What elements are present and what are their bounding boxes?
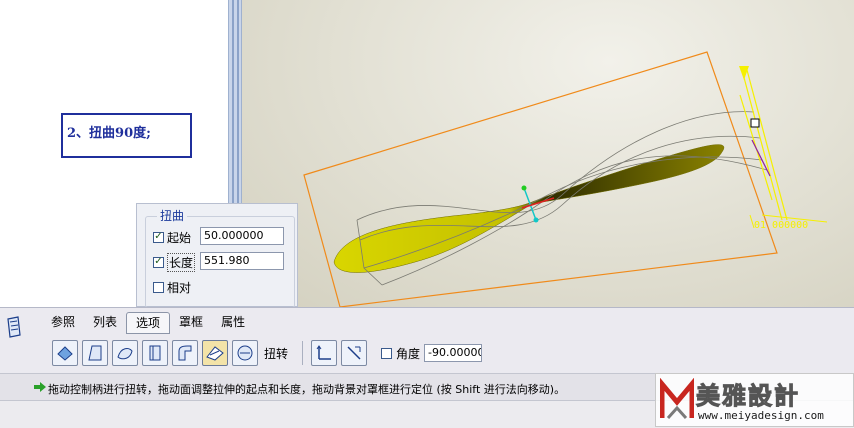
length-value-field[interactable]: 551.980 xyxy=(200,252,284,270)
bend-icon xyxy=(57,346,73,361)
tab-references[interactable]: 参照 xyxy=(42,312,84,332)
tab-options[interactable]: 选项 xyxy=(126,312,171,334)
graphics-viewport[interactable]: 01 000000 xyxy=(242,0,854,307)
fold-icon xyxy=(178,345,192,361)
feature-icon[interactable] xyxy=(4,316,24,338)
twist-group-title: 扭曲 xyxy=(157,207,188,224)
length-label: 长度 xyxy=(167,252,196,272)
arrow-right-icon xyxy=(34,382,46,392)
wrap-icon xyxy=(237,345,253,361)
tab-cage[interactable]: 罩框 xyxy=(170,312,212,332)
angle-value-field[interactable]: -90.00000 xyxy=(424,344,483,362)
length-checkbox[interactable]: ✓ xyxy=(153,256,164,268)
warp-toolbar: 扭转 角度 -90.00000 xyxy=(52,339,483,367)
start-label: 起始 xyxy=(167,230,192,245)
twist-icon xyxy=(206,346,224,361)
end-handle[interactable] xyxy=(741,69,783,221)
stretch-button[interactable] xyxy=(82,340,108,366)
note-box: 2、扭曲90度; xyxy=(61,113,192,158)
toolbar-separator xyxy=(302,341,304,365)
flip-direction-button[interactable] xyxy=(341,340,368,366)
relative-label: 相对 xyxy=(167,280,192,295)
end-handle[interactable] xyxy=(746,69,788,221)
flip-icon xyxy=(347,346,361,360)
dashboard-tabs: 参照 列表 选项 罩框 属性 xyxy=(42,312,254,334)
watermark-logo: 美雅設計 www.meiyadesign.com xyxy=(655,373,854,427)
angle-label: 角度 xyxy=(396,346,421,361)
status-message: 拖动控制柄进行扭转，拖动面调整拉伸的起点和长度，拖动背景对罩框进行定位 (按 S… xyxy=(48,383,566,396)
twisted-model: 01 000000 xyxy=(303,51,828,307)
twist-solid-button[interactable] xyxy=(112,340,138,366)
logo-mark-icon xyxy=(660,378,694,420)
twist-mode-button[interactable] xyxy=(202,340,228,366)
taper-icon xyxy=(149,345,161,361)
tab-properties[interactable]: 属性 xyxy=(212,312,254,332)
watermark-url: www.meiyadesign.com xyxy=(698,409,824,422)
length-row: ✓ 长度 xyxy=(153,252,196,272)
twist-solid-icon xyxy=(117,348,133,360)
tab-list[interactable]: 列表 xyxy=(84,312,126,332)
taper-button[interactable] xyxy=(142,340,168,366)
wrap-button[interactable] xyxy=(232,340,258,366)
dashboard: 参照 列表 选项 罩框 属性 扭转 角度 -90.00000 xyxy=(0,307,854,374)
twist-handle-point[interactable] xyxy=(521,185,527,191)
twist-label: 扭转 xyxy=(264,346,289,361)
fold-button[interactable] xyxy=(172,340,198,366)
stretch-icon xyxy=(88,345,102,361)
start-value-field[interactable]: 50.000000 xyxy=(200,227,284,245)
relative-checkbox[interactable] xyxy=(153,281,164,293)
start-checkbox[interactable]: ✓ xyxy=(153,231,164,243)
drag-handle[interactable] xyxy=(750,118,760,128)
bend-button[interactable] xyxy=(52,340,78,366)
axis-toggle-button[interactable] xyxy=(311,340,338,366)
relative-row: 相对 xyxy=(153,277,191,297)
start-row: ✓ 起始 xyxy=(153,227,191,247)
watermark-brand: 美雅設計 xyxy=(696,381,800,411)
dimension-label[interactable]: 01 000000 xyxy=(754,220,808,231)
angle-checkbox[interactable] xyxy=(381,347,393,359)
twist-handle-point[interactable] xyxy=(533,217,539,223)
axis-icon xyxy=(316,345,332,360)
